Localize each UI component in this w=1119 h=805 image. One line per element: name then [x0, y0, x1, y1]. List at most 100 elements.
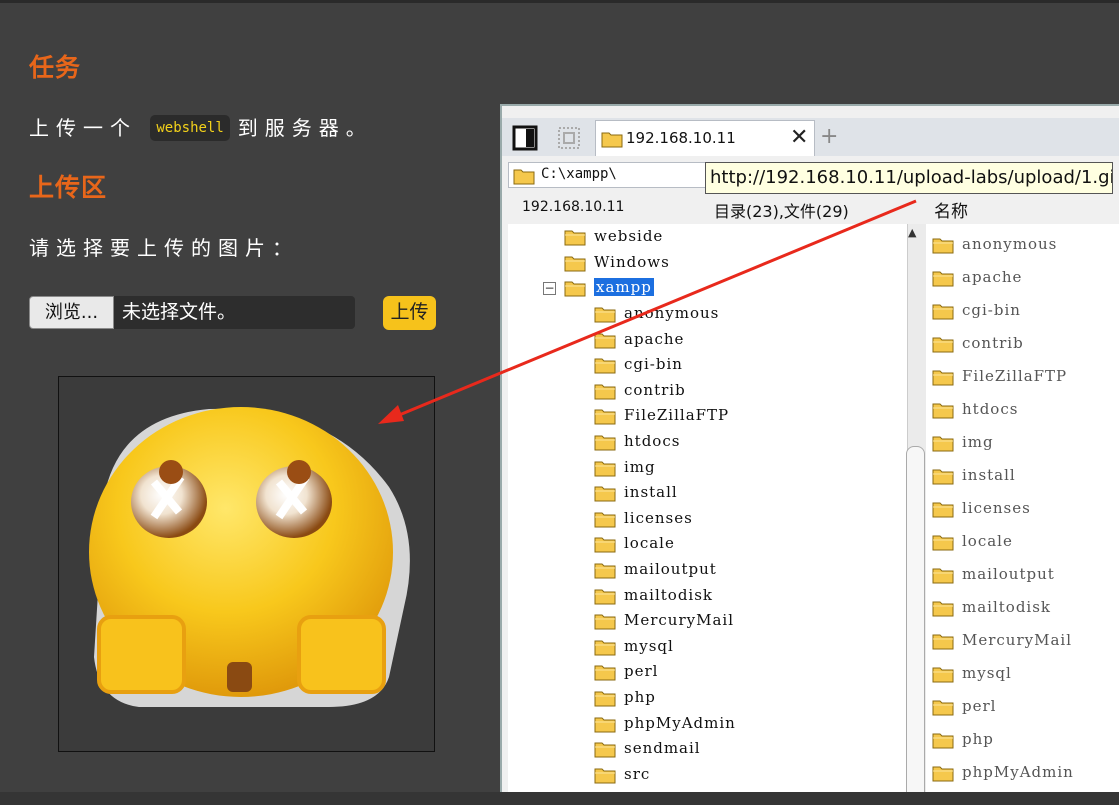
close-tab-icon[interactable]: ✕ — [790, 125, 808, 150]
folder-label: htdocs — [962, 400, 1019, 418]
browse-button[interactable]: 浏览... — [29, 296, 114, 329]
folder-icon — [594, 768, 616, 784]
folder-label: Windows — [594, 252, 670, 271]
column-header-name[interactable]: 名称 — [934, 197, 968, 222]
folder-label: apache — [624, 329, 685, 348]
folder-label: php — [962, 730, 994, 748]
task-text-after: 到服务器。 — [237, 116, 373, 140]
folder-icon — [932, 436, 954, 452]
folder-label: mailoutput — [962, 565, 1055, 583]
folder-label: img — [962, 433, 994, 451]
folder-icon — [594, 435, 616, 451]
blushing-smiley-emoji-icon — [89, 407, 410, 707]
top-border — [0, 0, 1119, 3]
upload-button[interactable]: 上传 — [383, 296, 436, 330]
status-row: 192.168.10.11 目录(23),文件(29) 名称 — [502, 194, 1119, 224]
folder-icon — [932, 733, 954, 749]
folder-icon — [594, 717, 616, 733]
tab-title: 192.168.10.11 — [626, 129, 736, 147]
folder-label: anonymous — [962, 235, 1058, 253]
folder-icon — [932, 568, 954, 584]
folder-icon — [594, 665, 616, 681]
folder-label: contrib — [624, 380, 686, 399]
folder-icon — [594, 640, 616, 656]
folder-icon — [932, 304, 954, 320]
folder-icon — [513, 169, 535, 185]
uploaded-image-preview — [58, 376, 435, 752]
folder-label: anonymous — [624, 304, 720, 322]
folder-icon — [932, 337, 954, 353]
folder-icon — [594, 486, 616, 502]
folder-icon — [594, 461, 616, 477]
folder-label: php — [624, 688, 656, 706]
tab-bar: 192.168.10.11 ✕ + — [502, 118, 1119, 156]
folder-label: install — [624, 483, 678, 502]
folder-label: apache — [962, 268, 1023, 286]
folder-icon — [932, 634, 954, 650]
folder-label: htdocs — [624, 432, 681, 450]
address-bar[interactable]: C:\xampp\ — [508, 162, 728, 188]
scroll-up-icon[interactable]: ▲ — [908, 226, 916, 239]
panel-toggle-icon[interactable] — [512, 125, 538, 151]
folder-label: mysql — [624, 636, 674, 655]
folder-icon — [594, 384, 616, 400]
task-description: 上传一个 webshell 到服务器。 — [29, 112, 373, 141]
folder-icon — [932, 502, 954, 518]
folder-label: mysql — [962, 664, 1012, 682]
folder-icon — [594, 742, 616, 758]
folder-icon — [594, 537, 616, 553]
folder-label: MercuryMail — [962, 631, 1073, 649]
folder-label: locale — [624, 534, 675, 553]
folder-label: sendmail — [624, 739, 701, 758]
file-manager-window[interactable]: 192.168.10.11 ✕ + C:\xampp\ http://192.1… — [500, 104, 1119, 805]
folder-icon — [932, 469, 954, 485]
folder-icon — [594, 358, 616, 374]
folder-icon — [932, 238, 954, 254]
scrollbar-thumb[interactable] — [906, 446, 925, 805]
folder-icon — [932, 766, 954, 782]
folder-icon — [932, 601, 954, 617]
folder-icon — [564, 256, 586, 271]
folder-label: FileZillaFTP — [962, 367, 1068, 385]
status-count: 目录(23),文件(29) — [714, 202, 849, 221]
folder-label: perl — [624, 662, 659, 681]
folder-icon — [594, 614, 616, 630]
new-tab-icon[interactable]: + — [820, 124, 838, 149]
bottom-border — [0, 792, 1119, 805]
folder-label: install — [962, 466, 1016, 484]
dual-pane-icon[interactable] — [556, 125, 582, 151]
folder-icon — [594, 691, 616, 707]
url-tooltip: http://192.168.10.11/upload-labs/upload/… — [705, 162, 1113, 194]
address-text: C:\xampp\ — [541, 166, 617, 182]
folder-label: licenses — [962, 499, 1031, 517]
folder-icon — [601, 132, 623, 148]
folder-icon — [594, 589, 616, 605]
folder-icon — [594, 563, 616, 579]
folder-icon — [932, 370, 954, 386]
folder-label: MercuryMail — [624, 611, 735, 630]
folder-label: FileZillaFTP — [624, 406, 730, 425]
webshell-code: webshell — [150, 115, 230, 141]
folder-label: mailtodisk — [624, 585, 714, 604]
folder-icon — [932, 667, 954, 683]
file-input[interactable]: 浏览... 未选择文件。 — [29, 296, 355, 329]
folder-label: img — [624, 457, 656, 476]
collapse-expander-icon[interactable]: − — [543, 282, 556, 295]
folder-icon — [594, 333, 616, 349]
folder-icon — [932, 535, 954, 551]
folder-label: contrib — [962, 334, 1024, 352]
folder-icon — [564, 281, 586, 297]
folder-label: phpMyAdmin — [962, 763, 1074, 781]
folder-icon — [932, 403, 954, 419]
folder-label: webside — [594, 227, 664, 245]
folder-label: mailoutput — [624, 560, 717, 578]
choose-image-text: 请选择要上传的图片： — [29, 236, 299, 260]
task-heading: 任务 — [29, 53, 82, 82]
folder-icon — [594, 409, 616, 425]
task-text-before: 上传一个 — [29, 116, 137, 140]
tab-192-168-10-11[interactable]: 192.168.10.11 ✕ — [595, 120, 815, 156]
folder-label: perl — [962, 697, 997, 715]
folder-icon — [594, 307, 616, 323]
folder-icon — [564, 230, 586, 246]
folder-label: locale — [962, 532, 1013, 550]
